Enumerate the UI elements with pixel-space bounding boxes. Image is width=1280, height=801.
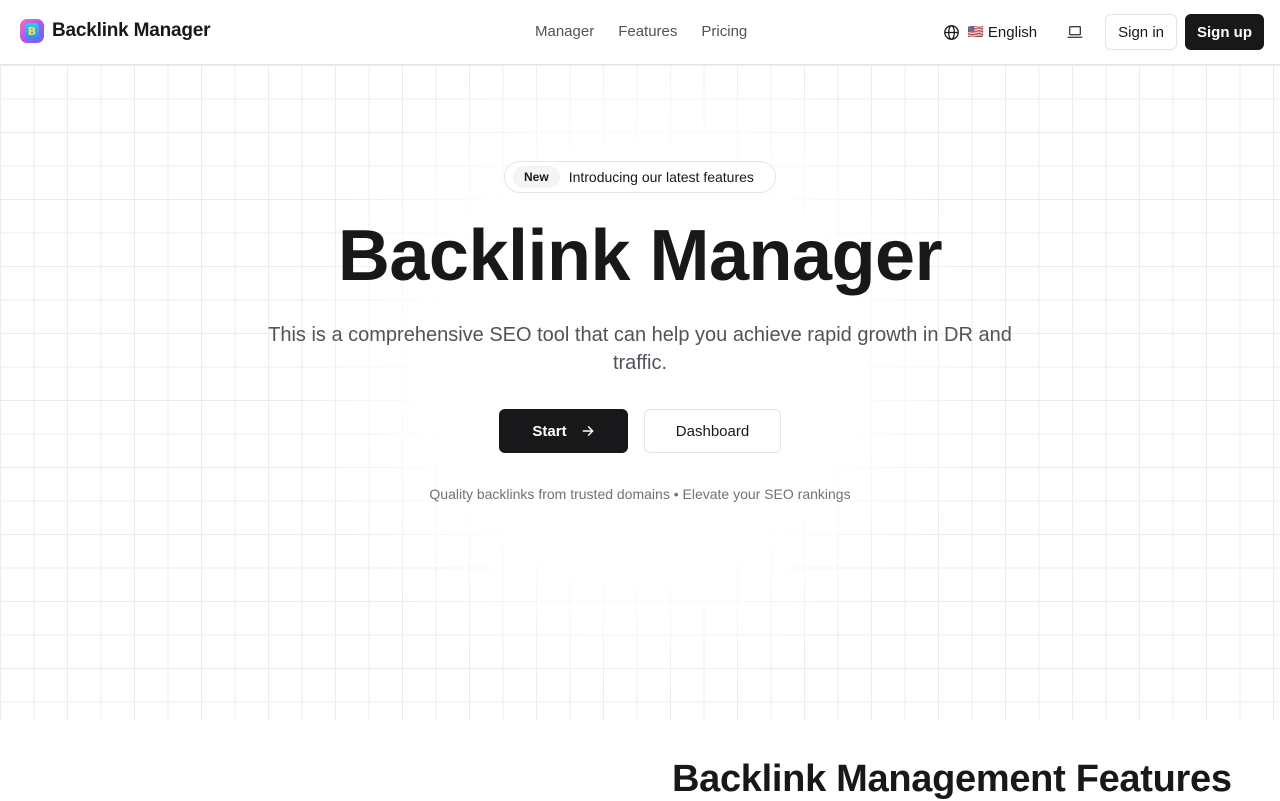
announcement-pill[interactable]: New Introducing our latest features — [504, 161, 776, 193]
start-button[interactable]: Start — [499, 409, 628, 453]
features-title: Backlink Management Features — [672, 758, 1232, 800]
flag-icon: 🇺🇸 — [967, 24, 984, 39]
dashboard-button[interactable]: Dashboard — [644, 409, 781, 453]
nav-item-manager[interactable]: Manager — [535, 23, 594, 40]
arrow-right-icon — [582, 426, 593, 436]
sign-up-button[interactable]: Sign up — [1185, 14, 1264, 50]
hero-tagline: Quality backlinks from trusted domains •… — [429, 486, 851, 502]
sign-in-button[interactable]: Sign in — [1105, 14, 1177, 50]
main-nav: Manager Features Pricing — [535, 23, 747, 40]
theme-toggle[interactable] — [1065, 22, 1085, 42]
backlink-logo-icon: B — [20, 19, 44, 43]
hero-title: Backlink Manager — [337, 216, 943, 296]
nav-item-features[interactable]: Features — [618, 23, 677, 40]
hero-subtitle: This is a comprehensive SEO tool that ca… — [268, 324, 1012, 374]
language-selector[interactable]: 🇺🇸 English — [943, 24, 1037, 41]
nav-item-pricing[interactable]: Pricing — [701, 23, 747, 40]
brand-name: Backlink Manager — [52, 20, 211, 41]
globe-icon — [943, 24, 959, 40]
top-navbar: B Backlink Manager Manager Features Pric… — [0, 0, 1280, 65]
hero-section: New Introducing our latest features Back… — [0, 65, 1280, 720]
language-label: English — [987, 23, 1038, 41]
start-button-label: Start — [532, 422, 567, 440]
new-badge: New — [513, 166, 560, 188]
brand[interactable]: B Backlink Manager — [20, 19, 211, 43]
laptop-icon — [1067, 26, 1083, 38]
announcement-text: Introducing our latest features — [568, 169, 754, 185]
header-actions: 🇺🇸 English Sign in Sign up — [943, 14, 1264, 50]
cta-row: Start Dashboard — [499, 409, 781, 453]
